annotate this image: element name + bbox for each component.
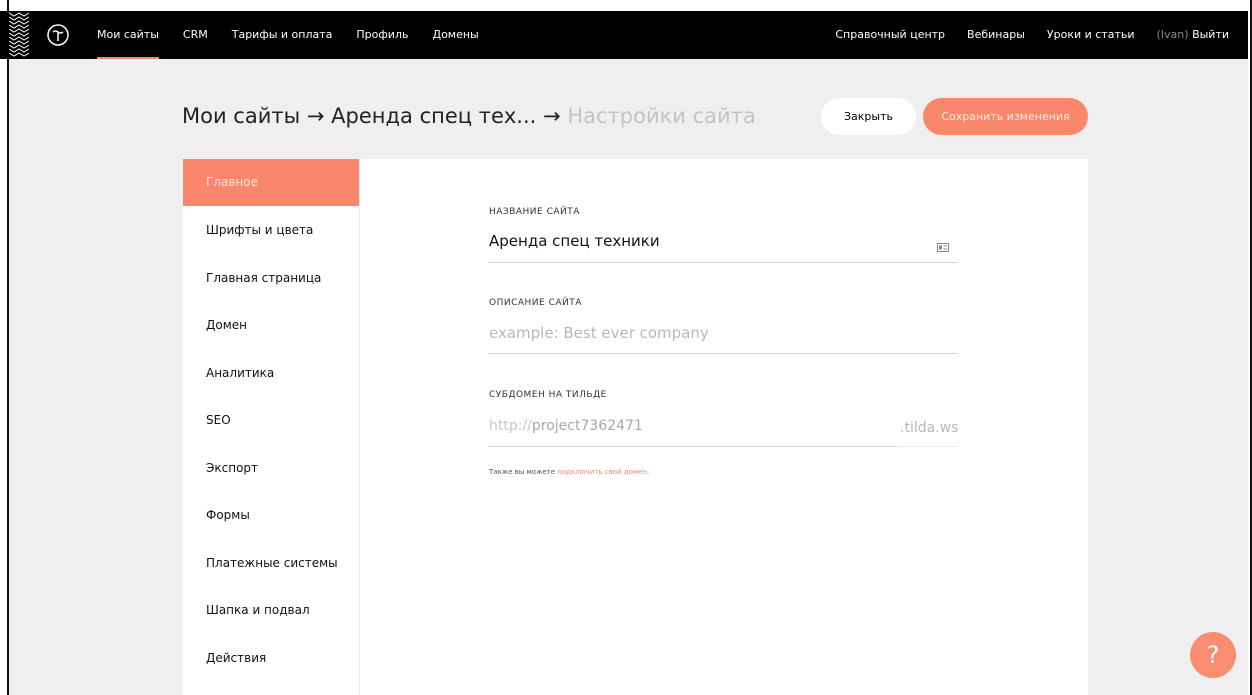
breadcrumb: Мои сайты → Аренда спец тех... → Настрой… [182,100,756,132]
main-nav: Мои сайты CRM Тарифы и оплата Профиль До… [97,11,503,59]
subdomain-value: project7362471 [531,418,643,434]
sidebar-item-main[interactable]: Главное [183,159,359,206]
nav-tariffs[interactable]: Тарифы и оплата [232,11,333,59]
sidebar-item-fonts-colors[interactable]: Шрифты и цвета [183,207,359,254]
nav-webinars[interactable]: Вебинары [967,11,1025,59]
subdomain-label: СУБДОМЕН НА ТИЛЬДЕ [489,390,607,400]
breadcrumb-project[interactable]: Аренда спец тех... [331,104,536,128]
breadcrumb-current: Настройки сайта [567,104,756,128]
sidebar-item-analytics[interactable]: Аналитика [183,350,359,397]
user-name: (Ivan) [1156,28,1189,41]
top-navigation-bar: Мои сайты CRM Тарифы и оплата Профиль До… [0,11,1248,59]
domain-hint: Также вы можете подключить свой домен. [489,468,649,476]
breadcrumb-my-sites[interactable]: Мои сайты [182,104,300,128]
close-button[interactable]: Закрыть [821,98,916,135]
site-name-underline [489,262,958,263]
site-name-label: НАЗВАНИЕ САЙТА [489,207,580,217]
sidebar-item-export[interactable]: Экспорт [183,445,359,492]
nav-my-sites[interactable]: Мои сайты [97,11,159,59]
site-name-input[interactable]: Аренда спец техники [489,232,660,250]
help-button[interactable]: ? [1190,632,1236,678]
breadcrumb-arrow: → [306,104,325,128]
sidebar-item-payment-systems[interactable]: Платежные системы [183,540,359,587]
domain-hint-text: Также вы можете [489,468,556,476]
user-logout[interactable]: (Ivan) Выйти [1157,11,1230,59]
sidebar-item-actions[interactable]: Действия [183,635,359,682]
sidebar-item-domain[interactable]: Домен [183,302,359,349]
sidebar-item-home-page[interactable]: Главная страница [183,255,359,302]
nav-help-center[interactable]: Справочный центр [835,11,945,59]
sidebar-item-header-footer[interactable]: Шапка и подвал [183,587,359,634]
settings-panel [360,159,1088,695]
card-icon[interactable] [937,237,949,252]
nav-domains[interactable]: Домены [432,11,478,59]
secondary-nav: Справочный центр Вебинары Уроки и статьи… [813,11,1229,59]
sidebar-item-seo[interactable]: SEO [183,397,359,444]
site-description-underline [489,353,958,354]
subdomain-input[interactable]: http://project7362471 [489,418,643,434]
app-window: Мои сайты CRM Тарифы и оплата Профиль До… [0,0,1252,695]
nav-lessons[interactable]: Уроки и статьи [1047,11,1135,59]
connect-domain-link[interactable]: подключить свой домен. [557,468,649,476]
subdomain-prefix: http:// [489,418,532,434]
logout-link[interactable]: Выйти [1192,28,1229,41]
nav-crm[interactable]: CRM [183,11,208,59]
site-description-input[interactable]: example: Best ever company [489,324,709,342]
breadcrumb-arrow: → [543,104,561,128]
save-changes-button[interactable]: Сохранить изменения [923,98,1088,135]
tilda-logo-icon[interactable] [47,24,69,46]
pattern-icon [9,11,31,59]
nav-profile[interactable]: Профиль [356,11,408,59]
subdomain-suffix: .tilda.ws [900,420,959,436]
subdomain-underline [489,446,899,447]
site-description-label: ОПИСАНИЕ САЙТА [489,298,582,308]
subdomain-suffix-underline [900,446,958,447]
sidebar-item-forms[interactable]: Формы [183,492,359,539]
settings-sidebar: Главное Шрифты и цвета Главная страница … [183,159,360,695]
